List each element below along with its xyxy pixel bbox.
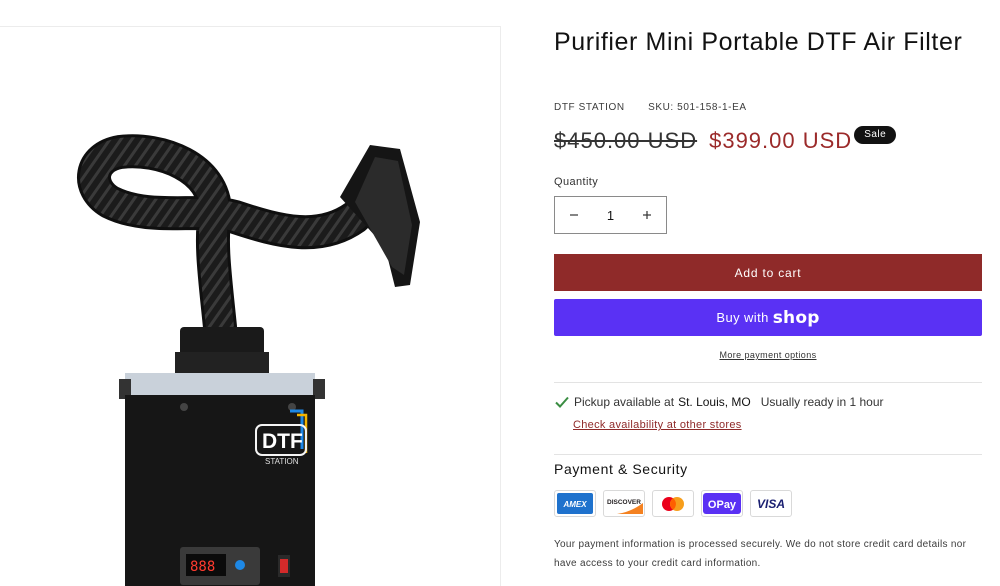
discover-icon: DISCOVER <box>603 490 645 517</box>
vendor-label: DTF STATION <box>554 102 625 113</box>
payment-security-note: Your payment information is processed se… <box>554 539 967 569</box>
pickup-store: St. Louis, MO <box>678 395 751 409</box>
product-meta: DTF STATION SKU: 501-158-1-EA <box>554 102 747 113</box>
divider <box>554 382 982 383</box>
mastercard-icon <box>652 490 694 517</box>
opay-icon: OPay <box>701 490 743 517</box>
logo-text: DTF <box>262 430 303 453</box>
visa-icon: VISA <box>750 490 792 517</box>
discover-text: DISCOVER <box>607 499 641 506</box>
buy-with-shop-button[interactable]: Buy with shop <box>554 299 982 336</box>
product-image[interactable]: DTF STATION 888 <box>0 27 500 586</box>
divider <box>554 454 982 455</box>
amex-icon: AMEX <box>554 490 596 517</box>
buy-with-label: Buy with <box>716 310 769 325</box>
check-icon <box>555 396 569 408</box>
logo-subtext: STATION <box>265 457 299 466</box>
opay-text: OPay <box>708 499 737 511</box>
minus-icon[interactable] <box>567 208 581 223</box>
more-payment-options-link[interactable]: More payment options <box>554 350 982 360</box>
pickup-ready-time: Usually ready in 1 hour <box>760 395 884 409</box>
sku-label: SKU: 501-158-1-EA <box>648 102 747 113</box>
check-availability-link[interactable]: Check availability at other stores <box>573 419 742 431</box>
quantity-label: Quantity <box>554 176 599 188</box>
shop-logo: shop <box>772 307 820 328</box>
add-to-cart-button[interactable]: Add to cart <box>554 254 982 291</box>
sale-price: $399.00 USD <box>709 128 853 153</box>
amex-text: AMEX <box>562 500 587 509</box>
quantity-stepper: 1 <box>554 196 667 234</box>
visa-text: VISA <box>757 497 785 511</box>
price-row: $450.00 USD $399.00 USD Sale <box>554 126 897 154</box>
plus-icon[interactable] <box>640 208 654 223</box>
display-reading: 888 <box>190 559 215 575</box>
product-title: Purifier Mini Portable DTF Air Filter <box>554 28 963 56</box>
quantity-input[interactable]: 1 <box>607 208 614 223</box>
pickup-availability: Pickup available at St. Louis, MO Usuall… <box>554 395 884 409</box>
payment-icons: AMEX DISCOVER OPay VISA <box>554 490 792 517</box>
sale-badge: Sale <box>854 126 897 144</box>
regular-price: $450.00 USD <box>554 128 698 153</box>
payment-security-heading: Payment & Security <box>554 461 688 477</box>
pickup-text: Pickup available at <box>574 395 675 409</box>
product-media: DTF STATION 888 <box>0 26 501 586</box>
